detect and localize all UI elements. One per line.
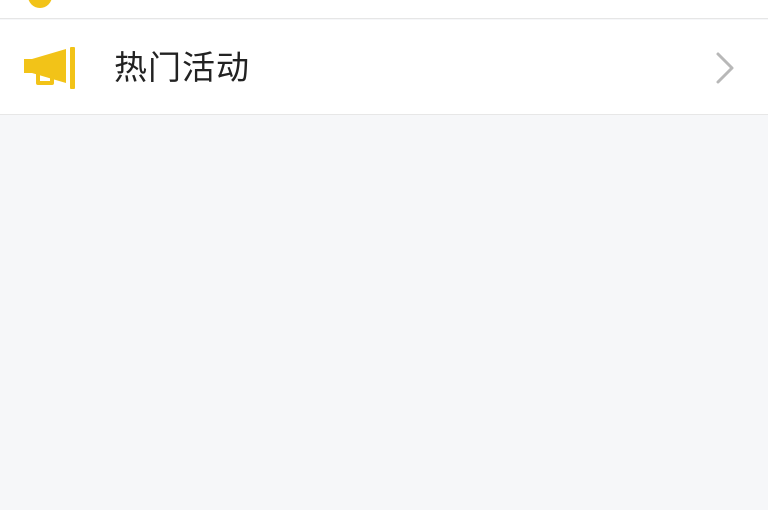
menu-item-hot-activities[interactable]: 热门活动 <box>0 20 768 115</box>
partial-item-icon <box>28 0 52 8</box>
megaphone-icon <box>22 47 78 89</box>
menu-item-label: 热门活动 <box>114 48 250 87</box>
chevron-right-icon <box>710 50 738 86</box>
previous-list-item-partial[interactable] <box>0 0 768 19</box>
